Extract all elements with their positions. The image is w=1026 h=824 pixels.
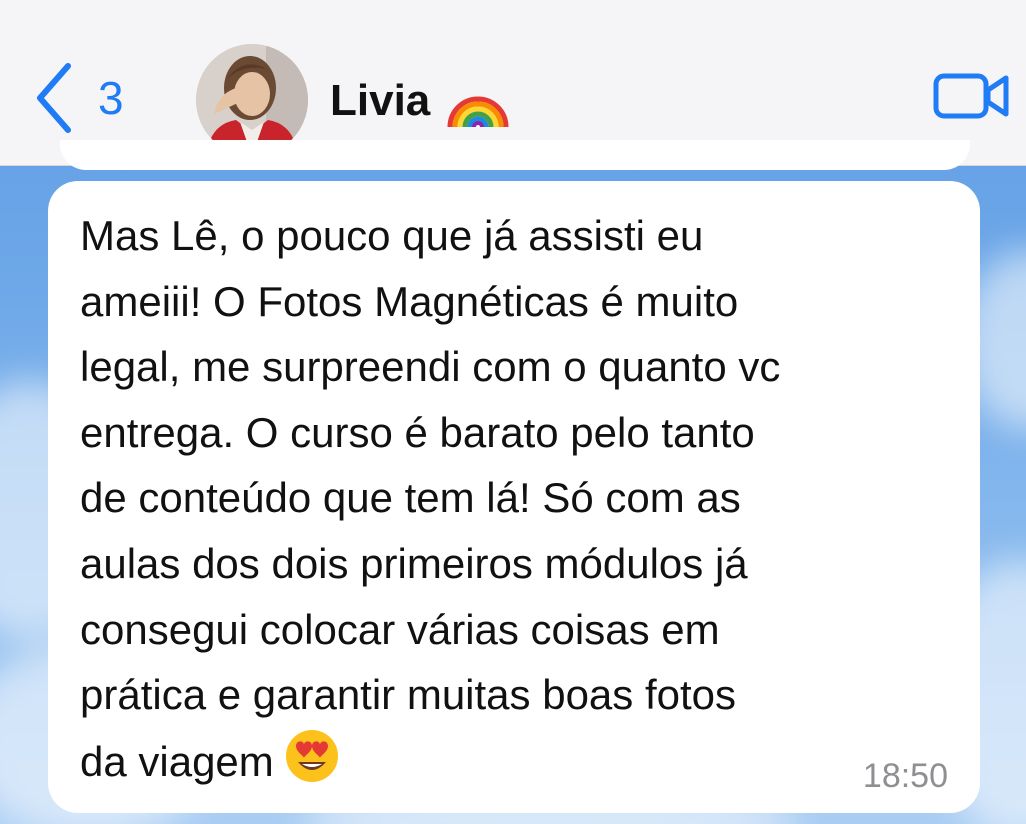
rainbow-icon (447, 96, 509, 128)
contact-title[interactable]: Livia (330, 66, 510, 136)
message-bubble[interactable]: Mas Lê, o pouco que já assisti eu ameiii… (48, 181, 980, 813)
chevron-left-icon (37, 63, 71, 133)
message-text: Mas Lê, o pouco que já assisti eu ameiii… (80, 203, 950, 794)
back-button[interactable]: 3 (34, 60, 124, 136)
contact-name: Livia (330, 76, 431, 125)
message-body: Mas Lê, o pouco que já assisti eu ameiii… (80, 212, 781, 785)
unread-count: 3 (98, 72, 124, 124)
message-timestamp: 18:50 (862, 757, 948, 795)
video-camera-icon[interactable] (932, 70, 1012, 122)
previous-message-bubble (60, 140, 970, 170)
heart-eyes-emoji-icon (285, 729, 338, 782)
